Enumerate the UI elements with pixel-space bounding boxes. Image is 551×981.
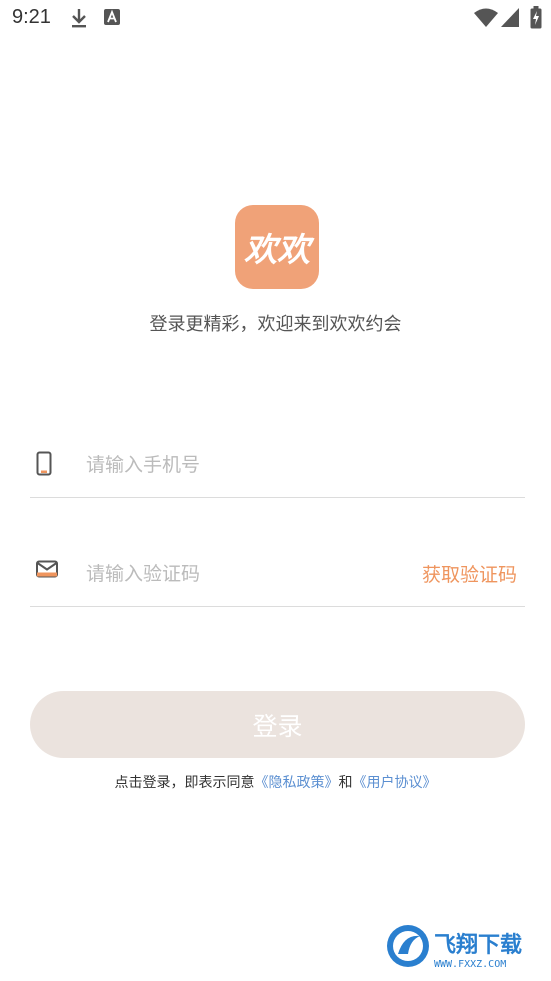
mail-icon: [36, 560, 60, 584]
keyboard-a-icon: [104, 9, 120, 29]
wifi-icon: [474, 8, 498, 32]
agreement-text: 点击登录，即表示同意《隐私政策》和《用户协议》: [0, 772, 551, 792]
status-time: 9:21: [12, 6, 51, 28]
download-icon: [70, 7, 88, 33]
watermark-url: WWW.FXXZ.COM: [434, 959, 506, 970]
phone-field: [30, 437, 525, 498]
watermark-logo: 飞翔下载 WWW.FXXZ.COM: [386, 924, 541, 970]
status-bar: 9:21: [0, 0, 551, 38]
verification-code-field: 获取验证码: [30, 546, 525, 607]
signal-icon: [501, 8, 519, 32]
user-agreement-link[interactable]: 《用户协议》: [353, 775, 437, 791]
app-logo: 欢欢: [235, 205, 319, 289]
phone-input[interactable]: [86, 449, 386, 481]
welcome-tagline: 登录更精彩，欢迎来到欢欢约会: [149, 314, 402, 335]
watermark-title: 飞翔下载: [434, 932, 522, 958]
phone-icon: [36, 451, 54, 481]
get-code-button[interactable]: 获取验证码: [422, 560, 517, 587]
battery-charging-icon: [530, 6, 542, 33]
app-logo-text: 欢欢: [244, 230, 310, 269]
privacy-policy-link[interactable]: 《隐私政策》: [255, 775, 339, 791]
login-button[interactable]: 登录: [30, 691, 525, 758]
agreement-prefix: 点击登录，即表示同意: [114, 775, 255, 791]
verification-code-input[interactable]: [86, 558, 386, 590]
agreement-conjunction: 和: [338, 775, 353, 791]
